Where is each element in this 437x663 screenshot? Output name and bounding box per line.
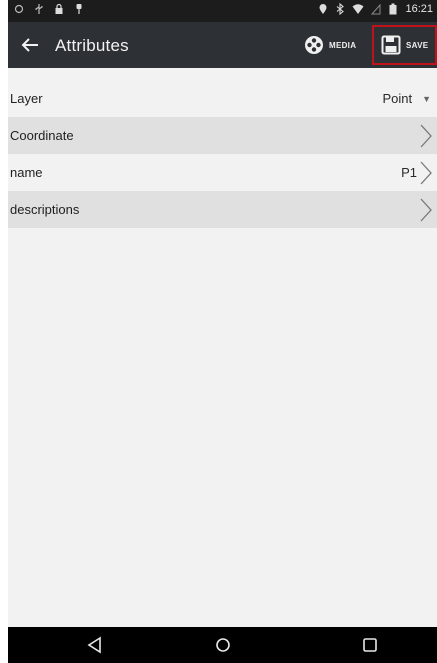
floppy-disk-icon xyxy=(381,35,401,55)
home-circle-icon[interactable] xyxy=(213,635,233,655)
page-title: Attributes xyxy=(55,36,129,55)
attribute-row-descriptions[interactable]: descriptions xyxy=(8,191,437,228)
back-arrow-icon[interactable] xyxy=(18,33,42,57)
app-bar: Attributes MEDIA SAVE xyxy=(8,22,437,68)
attribute-list: Layer Point ▼ Coordinate name P1 descrip… xyxy=(8,80,437,228)
lock-icon xyxy=(55,3,63,14)
media-button[interactable]: MEDIA xyxy=(304,22,356,68)
row-value: P1 xyxy=(401,165,417,180)
pin-icon xyxy=(76,4,82,14)
back-triangle-icon[interactable] xyxy=(85,635,105,655)
circle-status-icon xyxy=(14,4,24,14)
usb-icon xyxy=(35,4,43,14)
film-reel-icon xyxy=(305,36,323,54)
chevron-right-icon xyxy=(420,198,432,221)
row-label: Coordinate xyxy=(10,128,74,143)
row-label: name xyxy=(10,165,43,180)
location-icon xyxy=(319,4,327,15)
clock: 16:21 xyxy=(405,3,433,15)
status-bar: 16:21 xyxy=(8,0,437,22)
battery-icon xyxy=(389,3,397,15)
dropdown-arrow-icon[interactable]: ▼ xyxy=(422,94,431,104)
app-screen: 16:21 Attributes MEDIA SAVE Layer Point … xyxy=(8,0,437,663)
navigation-bar xyxy=(8,627,437,663)
wifi-icon xyxy=(352,4,364,14)
chevron-right-icon xyxy=(420,124,432,147)
row-label: Layer xyxy=(10,91,43,106)
chevron-right-icon xyxy=(420,161,432,184)
row-value: Point xyxy=(382,91,413,106)
attribute-row-coordinate[interactable]: Coordinate xyxy=(8,117,437,154)
save-button[interactable]: SAVE xyxy=(372,25,437,65)
save-label: SAVE xyxy=(406,40,429,50)
media-label: MEDIA xyxy=(329,40,357,50)
attribute-row-layer[interactable]: Layer Point ▼ xyxy=(8,80,437,117)
bluetooth-icon xyxy=(337,3,345,15)
signal-icon xyxy=(371,3,381,15)
row-label: descriptions xyxy=(10,202,80,217)
attribute-row-name[interactable]: name P1 xyxy=(8,154,437,191)
recents-square-icon[interactable] xyxy=(360,635,380,655)
